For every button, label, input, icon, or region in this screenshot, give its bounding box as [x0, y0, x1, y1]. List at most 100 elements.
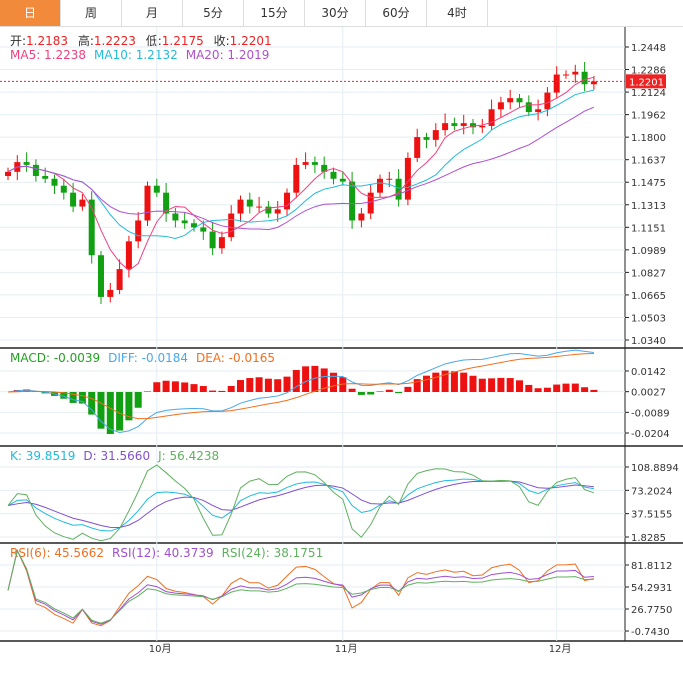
x-axis-label: 12月: [549, 643, 572, 655]
macd-bar: [227, 385, 235, 392]
candle-body: [525, 102, 532, 113]
candle-body: [274, 209, 281, 214]
rsi6-line: [7, 548, 594, 627]
x-axis-label: 11月: [335, 643, 358, 655]
macd-bar: [209, 390, 217, 392]
macd-bar: [488, 378, 496, 392]
macd-bar: [543, 387, 551, 392]
candle-body: [144, 185, 151, 221]
macd-bar: [385, 389, 393, 392]
rsi-tick-label: 26.7750: [631, 605, 672, 616]
macd-bar: [218, 390, 226, 392]
price-tick-label: 1.2124: [631, 88, 666, 99]
macd-tick-label: -0.0089: [631, 408, 670, 419]
macd-bar: [581, 387, 589, 392]
macd-bar: [516, 380, 523, 392]
candle-body: [172, 213, 179, 221]
macd-bar: [395, 391, 403, 394]
macd-bar: [264, 378, 272, 392]
macd-bar: [590, 389, 598, 392]
candle-body: [544, 92, 551, 110]
macd-tick-label: 0.0142: [631, 367, 666, 378]
macd-bar: [469, 375, 477, 392]
candle-body: [442, 123, 449, 131]
candle-body: [460, 123, 467, 126]
candle-body: [246, 199, 253, 207]
candle-body: [200, 227, 207, 232]
macd-tick-label: 0.0027: [631, 388, 666, 399]
price-tick-label: 1.1475: [631, 178, 666, 189]
macd-bar: [116, 391, 124, 431]
candle-body: [386, 178, 393, 180]
kline-chart[interactable]: 1.24481.22861.21241.19621.18001.16371.14…: [0, 27, 683, 676]
candle-body: [423, 137, 430, 140]
price-tick-label: 1.1800: [631, 133, 666, 144]
rsi-tick-label: -0.7430: [631, 627, 670, 638]
macd-bar: [199, 386, 207, 392]
candle-body: [51, 178, 58, 186]
price-tick-label: 1.2448: [631, 43, 666, 54]
rsi-tick-label: 81.8112: [631, 561, 672, 572]
tab-1[interactable]: 周: [61, 0, 122, 26]
candle-body: [42, 175, 49, 179]
macd-bar: [423, 375, 430, 392]
candle-body: [395, 178, 402, 200]
candle-body: [516, 98, 523, 103]
macd-bar: [302, 366, 310, 392]
candle-body: [23, 162, 30, 165]
ma10-line: [7, 89, 595, 240]
macd-bar: [432, 372, 440, 392]
macd-bar: [553, 384, 561, 392]
tab-2[interactable]: 月: [122, 0, 183, 26]
macd-bar: [144, 391, 151, 392]
macd-bar: [246, 378, 254, 392]
candle-body: [339, 178, 346, 182]
price-tick-label: 1.0665: [631, 291, 666, 302]
tab-6[interactable]: 60分: [366, 0, 427, 26]
candle-body: [358, 213, 365, 221]
candle-body: [293, 164, 300, 193]
candle-body: [32, 164, 39, 176]
macd-bar: [571, 383, 579, 392]
candle-body: [377, 178, 383, 193]
kdj-tick-label: 1.8285: [631, 533, 666, 544]
candle-body: [479, 125, 486, 128]
candle-body: [125, 241, 132, 270]
tab-4[interactable]: 15分: [244, 0, 305, 26]
candle-body: [60, 185, 67, 193]
candle-body: [256, 206, 263, 208]
macd-bar: [153, 382, 161, 392]
candle-body: [330, 171, 337, 179]
candle-body: [590, 81, 597, 85]
tab-0[interactable]: 日: [0, 0, 61, 26]
dea-line: [7, 353, 594, 420]
candle-body: [432, 130, 439, 140]
macd-bar: [562, 383, 570, 392]
macd-bar: [460, 372, 468, 392]
candle-body: [218, 237, 225, 249]
tab-7[interactable]: 4时: [427, 0, 488, 26]
kdj-tick-label: 108.8894: [631, 463, 679, 474]
candle-body: [116, 269, 123, 290]
candle-body: [572, 71, 579, 75]
candle-body: [451, 123, 458, 126]
kdj-tick-label: 73.2024: [631, 486, 672, 497]
candle-body: [535, 109, 542, 113]
candle-body: [553, 74, 560, 93]
candle-body: [311, 162, 318, 165]
k-line: [7, 478, 594, 532]
candle-body: [181, 220, 188, 224]
price-tick-label: 1.0989: [631, 246, 666, 257]
tab-3[interactable]: 5分: [183, 0, 244, 26]
macd-bar: [497, 377, 505, 392]
price-tick-label: 1.1962: [631, 111, 666, 122]
candle-body: [107, 289, 114, 297]
tab-5[interactable]: 30分: [305, 0, 366, 26]
x-axis-label: 10月: [149, 643, 172, 655]
candle-body: [98, 255, 104, 297]
macd-bar: [376, 391, 384, 392]
macd-bar: [134, 391, 142, 408]
candle-body: [581, 71, 588, 85]
price-tick-label: 1.0503: [631, 313, 666, 324]
candle-body: [237, 199, 244, 214]
